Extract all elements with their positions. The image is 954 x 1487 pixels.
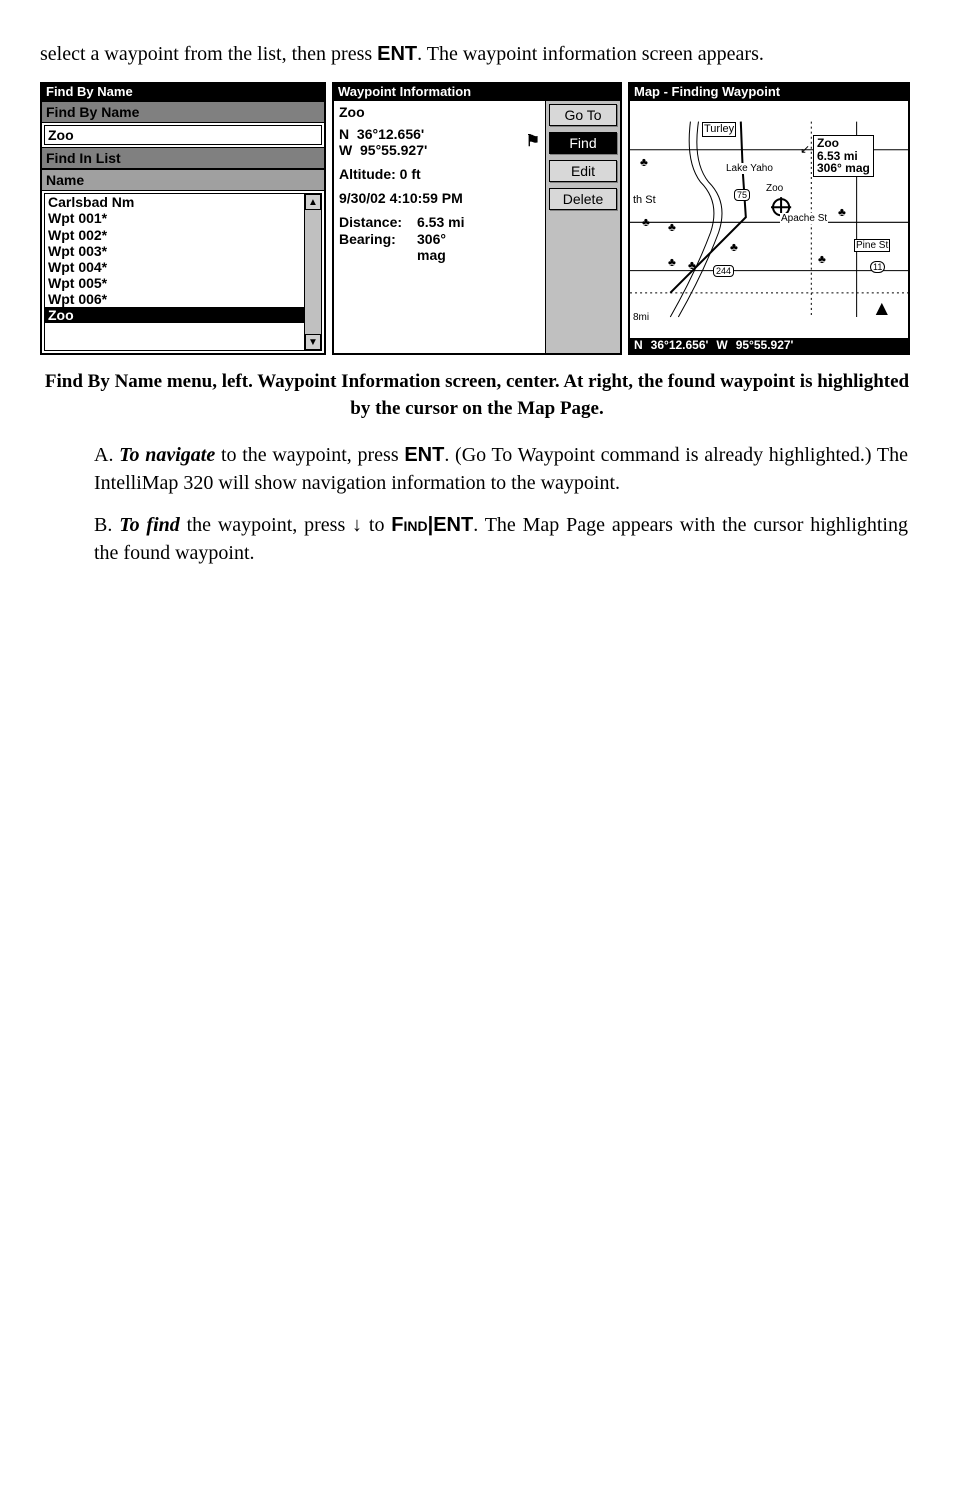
- intro-ent: ENT: [377, 43, 417, 65]
- tree-icon: ♣: [640, 156, 648, 170]
- map-footer: N 36°12.656' W 95°55.927': [630, 338, 908, 354]
- tree-icon: ♣: [818, 253, 826, 267]
- para-b: B. To find the waypoint, press ↓ to Find…: [94, 511, 908, 567]
- para-b-find: To find: [119, 514, 180, 536]
- s1-titlebar: Find By Name: [42, 84, 324, 101]
- s1-list-header: Find In List: [42, 147, 324, 169]
- goto-button[interactable]: Go To: [549, 104, 617, 126]
- tree-icon: ♣: [642, 216, 650, 230]
- para-a-text1: to the waypoint, press: [215, 444, 404, 466]
- tree-icon: ♣: [668, 256, 676, 270]
- list-item-selected[interactable]: Zoo: [45, 307, 304, 323]
- scroll-up-icon[interactable]: ▲: [305, 194, 321, 210]
- map-scale: 8mi: [632, 312, 650, 324]
- scrollbar[interactable]: ▲ ▼: [304, 194, 321, 350]
- para-b-lead: B.: [94, 514, 119, 536]
- footer-n: N: [634, 339, 643, 353]
- tree-icon: ♣: [668, 221, 676, 235]
- dist-value: 6.53 mi: [417, 214, 464, 230]
- map-label-pine: Pine St: [854, 239, 890, 253]
- delete-button[interactable]: Delete: [549, 188, 617, 210]
- lon-value: 95°55.927': [360, 142, 427, 158]
- para-a-nav: To navigate: [119, 444, 215, 466]
- s1-column-header: Name: [42, 169, 324, 191]
- lat-value: 36°12.656': [357, 126, 424, 142]
- s3-titlebar: Map - Finding Waypoint: [630, 84, 908, 101]
- footer-lat: 36°12.656': [651, 339, 709, 353]
- list-items: Carlsbad Nm Wpt 001* Wpt 002* Wpt 003* W…: [45, 194, 304, 350]
- para-a: A. To navigate to the waypoint, press EN…: [94, 441, 908, 497]
- tree-icon: ♣: [730, 241, 738, 255]
- find-by-name-screen: Find By Name Find By Name Zoo Find In Li…: [40, 82, 326, 355]
- bear-unit: mag: [417, 247, 446, 263]
- edit-button[interactable]: Edit: [549, 160, 617, 182]
- list-item[interactable]: Wpt 005*: [45, 275, 304, 291]
- coords-row: N 36°12.656' W 95°55.927' ⚑: [339, 126, 540, 158]
- dist-label: Distance:: [339, 214, 417, 230]
- bear-spacer: [339, 247, 417, 263]
- s1-section-header: Find By Name: [42, 101, 324, 123]
- para-a-lead: A.: [94, 444, 119, 466]
- waypoint-icon: ⚑: [526, 133, 540, 151]
- map-label-zoo: Zoo: [765, 183, 784, 195]
- hwy-shield-244: 244: [713, 265, 734, 277]
- bear-label: Bearing:: [339, 231, 417, 247]
- find-button[interactable]: Find: [549, 132, 617, 154]
- intro-text: select a waypoint from the list, then pr…: [40, 40, 914, 68]
- callout-bear: 306° mag: [817, 161, 870, 175]
- map-screen: Map - Finding Waypoint: [628, 82, 910, 355]
- list-item[interactable]: Wpt 006*: [45, 291, 304, 307]
- para-a-ent: ENT: [404, 444, 444, 466]
- s2-titlebar: Waypoint Information: [334, 84, 620, 101]
- intro-b: . The waypoint information screen appear…: [417, 43, 764, 65]
- alt-value: 0 ft: [400, 166, 421, 182]
- hwy-shield-11: 11: [870, 261, 885, 273]
- map-label-lake: Lake Yaho: [725, 163, 774, 175]
- waypoint-info-screen: Waypoint Information Zoo N 36°12.656' W …: [332, 82, 622, 355]
- lon-label: W: [339, 142, 352, 158]
- wpt-name: Zoo: [339, 104, 540, 120]
- list-item[interactable]: Wpt 003*: [45, 243, 304, 259]
- list-item[interactable]: Carlsbad Nm: [45, 194, 304, 210]
- figure-caption: Find By Name menu, left. Waypoint Inform…: [40, 369, 914, 422]
- map-label-turley: Turley: [702, 122, 736, 137]
- map-label-thst: th St: [632, 194, 657, 207]
- list-item[interactable]: Wpt 004*: [45, 259, 304, 275]
- bear-value: 306°: [417, 231, 446, 247]
- para-b-text1: the waypoint, press ↓ to: [180, 514, 392, 536]
- tree-icon: ♣: [688, 259, 696, 273]
- footer-w: W: [716, 339, 727, 353]
- para-b-cmd: Find: [391, 514, 427, 536]
- tree-icon: ♣: [838, 206, 846, 220]
- footer-lon: 95°55.927': [736, 339, 794, 353]
- screenshots-row: Find By Name Find By Name Zoo Find In Li…: [40, 82, 914, 355]
- list-item[interactable]: Wpt 001*: [45, 210, 304, 226]
- intro-a: select a waypoint from the list, then pr…: [40, 43, 377, 65]
- map-canvas[interactable]: Turley Zoo 6.53 mi 306° mag ↙ Lake Yaho …: [630, 101, 908, 338]
- lat-label: N: [339, 126, 349, 142]
- waypoint-details: Zoo N 36°12.656' W 95°55.927' ⚑ Altitude…: [334, 101, 546, 353]
- map-label-apache: Apache St: [780, 213, 828, 225]
- scroll-down-icon[interactable]: ▼: [305, 334, 321, 350]
- alt-label: Altitude:: [339, 166, 396, 182]
- button-panel: Go To Find Edit Delete: [546, 101, 620, 353]
- para-b-ent: ENT: [433, 514, 473, 536]
- waypoint-list[interactable]: Carlsbad Nm Wpt 001* Wpt 002* Wpt 003* W…: [44, 193, 322, 351]
- instruction-paragraphs: A. To navigate to the waypoint, press EN…: [40, 441, 914, 567]
- list-item[interactable]: Wpt 002*: [45, 227, 304, 243]
- timestamp: 9/30/02 4:10:59 PM: [339, 190, 540, 206]
- name-input[interactable]: Zoo: [44, 125, 322, 145]
- map-callout: Zoo 6.53 mi 306° mag: [813, 135, 874, 177]
- hwy-shield-75: 75: [734, 189, 750, 201]
- callout-pointer-icon: ↙: [800, 143, 810, 157]
